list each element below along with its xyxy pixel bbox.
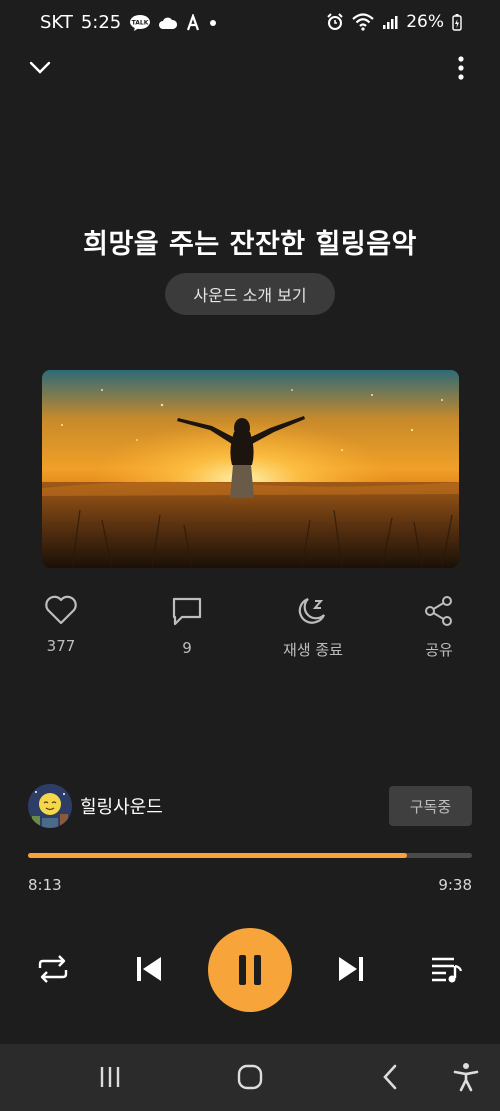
- share-action[interactable]: 공유: [394, 595, 484, 660]
- sleep-timer-icon: [296, 595, 330, 627]
- heart-icon: [44, 595, 78, 625]
- track-title: 희망을 주는 잔잔한 힐링음악: [83, 229, 417, 260]
- status-left: SKT 5:25 TALK: [40, 12, 217, 33]
- share-label: 공유: [425, 641, 453, 659]
- comment-count: 9: [182, 639, 192, 657]
- repeat-button[interactable]: [28, 944, 78, 994]
- status-bar: SKT 5:25 TALK 26%: [0, 0, 500, 44]
- recent-apps-button[interactable]: [90, 1060, 130, 1094]
- home-icon: [237, 1064, 263, 1090]
- skip-previous-icon: [134, 954, 164, 984]
- skip-next-icon: [336, 954, 366, 984]
- accessibility-icon: [453, 1062, 479, 1092]
- sleep-timer-action[interactable]: 재생 종료: [268, 595, 358, 660]
- next-track-button[interactable]: [326, 944, 376, 994]
- sleep-timer-label: 재생 종료: [283, 641, 343, 659]
- subscribe-button[interactable]: 구독중: [389, 786, 472, 826]
- collapse-chevron-down-icon[interactable]: [26, 54, 54, 82]
- more-notifications-dot-icon: [209, 19, 217, 27]
- alarm-icon: [326, 13, 344, 31]
- pause-button[interactable]: [208, 928, 292, 1012]
- back-icon: [381, 1064, 399, 1090]
- notification-app-icon: [185, 13, 201, 32]
- carrier-label: SKT: [40, 12, 73, 33]
- comment-icon: [170, 595, 204, 627]
- recent-apps-icon: [98, 1065, 122, 1089]
- like-count: 377: [46, 637, 76, 655]
- pause-icon: [236, 953, 264, 987]
- elapsed-time: 8:13: [28, 876, 62, 894]
- like-action[interactable]: 377: [16, 595, 106, 655]
- wifi-icon: [352, 13, 374, 31]
- progress-bar[interactable]: [28, 853, 472, 858]
- signal-icon: [382, 14, 398, 30]
- progress-fill: [28, 853, 407, 858]
- previous-track-button[interactable]: [124, 944, 174, 994]
- clock: 5:25: [80, 12, 122, 33]
- cloud-icon: [159, 16, 178, 30]
- status-right: 26%: [326, 12, 462, 32]
- playlist-icon: [430, 954, 464, 984]
- back-button[interactable]: [370, 1060, 410, 1094]
- repeat-icon: [36, 954, 70, 984]
- album-artwork: [42, 370, 459, 568]
- kakaotalk-notification-icon: TALK: [129, 14, 151, 32]
- total-time: 9:38: [438, 876, 472, 894]
- talk-badge-text: TALK: [132, 19, 149, 26]
- share-icon: [423, 595, 455, 627]
- accessibility-button[interactable]: [446, 1060, 486, 1094]
- channel-name[interactable]: 힐링사운드: [80, 793, 163, 819]
- comment-action[interactable]: 9: [142, 595, 232, 657]
- home-button[interactable]: [230, 1060, 270, 1094]
- view-sound-intro-button[interactable]: 사운드 소개 보기: [165, 273, 335, 315]
- playlist-button[interactable]: [422, 944, 472, 994]
- channel-avatar[interactable]: [28, 784, 72, 828]
- battery-charging-icon: [452, 13, 462, 31]
- battery-percent: 26%: [406, 12, 444, 32]
- more-options-icon[interactable]: [448, 54, 474, 82]
- player-top-bar: [0, 50, 500, 86]
